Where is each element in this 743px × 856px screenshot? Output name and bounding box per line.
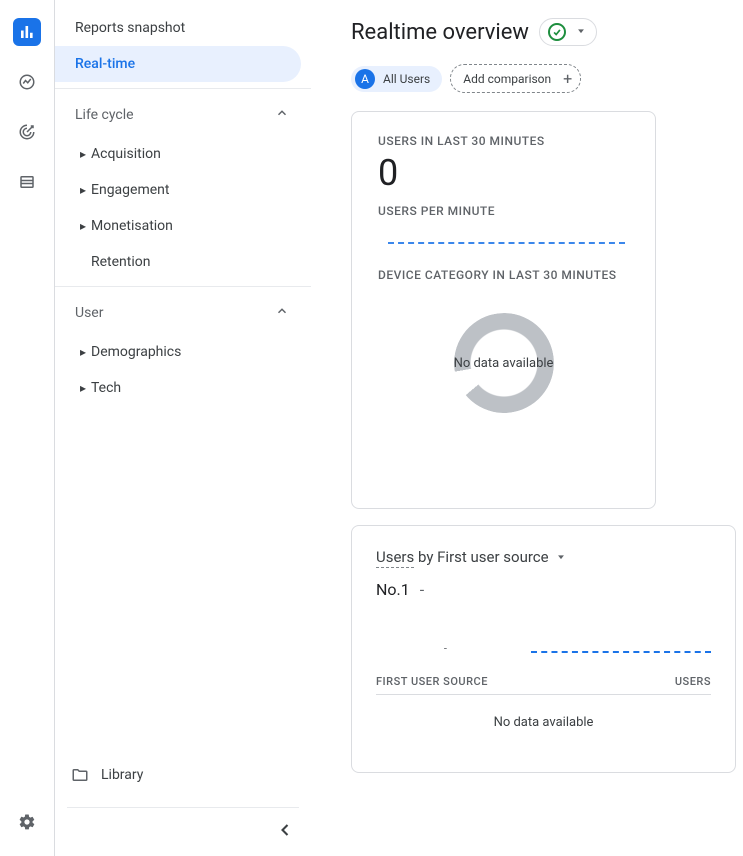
heading-metric: Users (376, 548, 414, 568)
comparison-row: A All Users Add comparison + (351, 64, 743, 93)
nav-group-lifecycle[interactable]: Life cycle (55, 88, 311, 136)
icon-rail (0, 0, 55, 856)
label-users-30min: USERS IN LAST 30 MINUTES (378, 134, 629, 148)
rank-value: - (420, 580, 424, 599)
caret-right-icon: ▸ (75, 219, 91, 233)
donut-chart: No data available (378, 298, 629, 428)
label-users-per-minute: USERS PER MINUTE (378, 204, 629, 218)
main-content: Realtime overview A All Users Add compar… (311, 0, 743, 856)
chip-add-comparison[interactable]: Add comparison + (450, 64, 581, 93)
mini-chart: - (376, 631, 711, 655)
table-header: FIRST USER SOURCE USERS (376, 675, 711, 695)
title-row: Realtime overview (351, 18, 743, 46)
caret-right-icon: ▸ (75, 147, 91, 161)
nav-group-user[interactable]: User (55, 286, 311, 334)
nav-item-label: Reports snapshot (75, 20, 185, 36)
gear-icon[interactable] (13, 808, 41, 836)
nav-item-label: Real-time (75, 56, 135, 72)
nav-sub-retention[interactable]: ▸ Retention (55, 244, 311, 280)
nav-sub-monetisation[interactable]: ▸ Monetisation (55, 208, 311, 244)
caret-right-icon: ▸ (75, 345, 91, 359)
sparkline-placeholder (388, 242, 625, 244)
nav-item-realtime[interactable]: Real-time (55, 46, 301, 82)
nav-library-label: Library (101, 767, 143, 783)
nav-sub-label: Demographics (91, 344, 181, 360)
card-users-overview: USERS IN LAST 30 MINUTES 0 USERS PER MIN… (351, 111, 656, 509)
chevron-up-icon (275, 304, 289, 322)
chip-label: All Users (383, 72, 430, 86)
check-circle-icon (548, 23, 566, 41)
nav-sub-label: Monetisation (91, 218, 173, 234)
nav-panel: Reports snapshot Real-time Life cycle ▸ … (55, 0, 311, 856)
caret-down-icon (552, 548, 566, 566)
caret-right-icon: ▸ (75, 381, 91, 395)
nav-sub-label: Tech (91, 380, 121, 396)
value-users-30min: 0 (378, 152, 629, 194)
caret-down-icon (576, 24, 586, 40)
list-icon[interactable] (13, 168, 41, 196)
nav-item-reports-snapshot[interactable]: Reports snapshot (55, 10, 301, 46)
nav-sub-demographics[interactable]: ▸ Demographics (55, 334, 311, 370)
nav-sub-label: Acquisition (91, 146, 161, 162)
col-first-user-source: FIRST USER SOURCE (376, 675, 488, 688)
plus-icon: + (563, 69, 572, 88)
card-first-user-source: Users by First user source No.1 - - FIRS… (351, 525, 736, 773)
nav-sub-engagement[interactable]: ▸ Engagement (55, 172, 311, 208)
reports-icon[interactable] (13, 18, 41, 46)
mini-chart-right (531, 651, 711, 653)
trending-icon[interactable] (13, 68, 41, 96)
chip-all-users[interactable]: A All Users (351, 66, 442, 92)
nav-sub-acquisition[interactable]: ▸ Acquisition (55, 136, 311, 172)
collapse-nav-row (67, 807, 299, 844)
heading-rest: by First user source (414, 548, 548, 566)
target-icon[interactable] (13, 118, 41, 146)
donut-no-data-label: No data available (454, 356, 554, 371)
folder-icon (71, 766, 89, 784)
nav-sub-tech[interactable]: ▸ Tech (55, 370, 311, 406)
table-no-data: No data available (376, 695, 711, 750)
rank-label: No.1 (376, 580, 410, 599)
mini-chart-left: - (376, 642, 515, 655)
chip-label: Add comparison (463, 72, 551, 86)
rank-row: No.1 - (376, 580, 711, 599)
nav-sub-label: Engagement (91, 182, 169, 198)
chevron-up-icon (275, 106, 289, 124)
page-title: Realtime overview (351, 20, 529, 45)
chevron-left-icon[interactable] (275, 820, 295, 844)
nav-group-label: Life cycle (75, 107, 134, 123)
caret-right-icon: ▸ (75, 183, 91, 197)
status-pill[interactable] (539, 18, 597, 46)
card-heading[interactable]: Users by First user source (376, 548, 711, 566)
col-users: USERS (675, 675, 711, 688)
nav-sub-label: Retention (91, 254, 151, 270)
nav-library[interactable]: Library (67, 755, 299, 795)
avatar: A (355, 69, 375, 89)
nav-group-label: User (75, 305, 103, 321)
label-device-category: DEVICE CATEGORY IN LAST 30 MINUTES (378, 268, 629, 282)
